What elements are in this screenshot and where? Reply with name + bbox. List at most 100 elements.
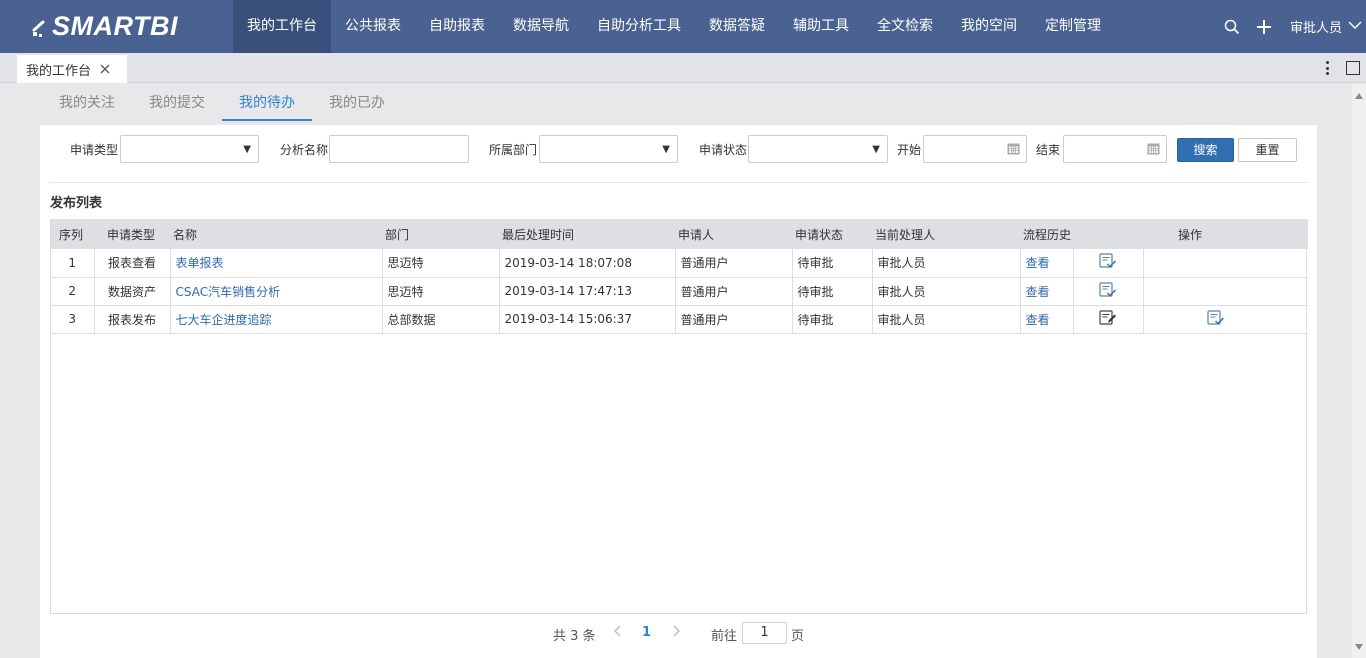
cell-history: 查看 bbox=[1020, 305, 1074, 334]
report-name-link[interactable]: 七大车企进度追踪 bbox=[176, 313, 272, 327]
reset-button[interactable]: 重置 bbox=[1238, 138, 1297, 162]
cell-dept: 思迈特 bbox=[382, 249, 500, 278]
tab-my-done[interactable]: 我的已办 bbox=[312, 85, 402, 121]
tab-my-submissions[interactable]: 我的提交 bbox=[132, 85, 222, 121]
table-row: 3 报表发布 七大车企进度追踪 总部数据 2019-03-14 15:06:37… bbox=[51, 305, 1308, 334]
cell-op-1 bbox=[1073, 305, 1144, 334]
table-row: 2 数据资产 CSAC汽车销售分析 思迈特 2019-03-14 17:47:1… bbox=[51, 277, 1308, 306]
cell-name: 七大车企进度追踪 bbox=[170, 305, 383, 334]
search-icon[interactable] bbox=[1222, 17, 1242, 37]
vertical-scrollbar[interactable] bbox=[1352, 84, 1366, 658]
publish-table-container: 序列 申请类型 名称 部门 最后处理时间 申请人 申请状态 当前处理人 流程历史… bbox=[50, 219, 1308, 614]
cell-applicant: 普通用户 bbox=[675, 277, 793, 306]
report-name-link[interactable]: CSAC汽车销售分析 bbox=[176, 285, 281, 299]
page-number[interactable]: 1 bbox=[642, 625, 651, 640]
page-suffix-label: 页 bbox=[791, 629, 805, 644]
cell-status: 待审批 bbox=[792, 277, 873, 306]
dropdown-caret-icon: ▼ bbox=[662, 144, 670, 155]
column-header-handler: 当前处理人 bbox=[872, 219, 1020, 249]
chevron-left-icon[interactable] bbox=[613, 624, 623, 642]
nav-item-public-reports[interactable]: 公共报表 bbox=[331, 0, 415, 53]
approve-icon[interactable] bbox=[1099, 281, 1117, 301]
start-date-label: 开始 bbox=[897, 143, 922, 157]
apply-type-select[interactable]: ▼ bbox=[120, 135, 259, 163]
tab-my-todo[interactable]: 我的待办 bbox=[222, 85, 312, 121]
cell-type: 报表查看 bbox=[94, 249, 171, 278]
more-vertical-icon[interactable] bbox=[1320, 59, 1334, 77]
cell-history: 查看 bbox=[1020, 277, 1074, 306]
cell-dept: 思迈特 bbox=[382, 277, 500, 306]
calendar-icon[interactable] bbox=[1007, 142, 1020, 159]
nav-item-full-text-search[interactable]: 全文检索 bbox=[863, 0, 947, 53]
cell-name: 表单报表 bbox=[170, 249, 383, 278]
page-tab-workbench[interactable]: 我的工作台 bbox=[17, 55, 127, 83]
nav-item-my-space[interactable]: 我的空间 bbox=[947, 0, 1031, 53]
cell-type: 报表发布 bbox=[94, 305, 171, 334]
top-nav-bar: SMARTBI 我的工作台 公共报表 自助报表 数据导航 自助分析工具 数据答疑… bbox=[0, 0, 1366, 53]
dept-label: 所属部门 bbox=[489, 143, 538, 157]
calendar-icon[interactable] bbox=[1147, 142, 1160, 159]
nav-item-data-qa[interactable]: 数据答疑 bbox=[695, 0, 779, 53]
maximize-icon[interactable] bbox=[1346, 61, 1360, 75]
todo-panel: 申请类型 ▼ 分析名称 所属部门 ▼ 申请状态 ▼ 开始 结束 搜索 重置 发布… bbox=[40, 125, 1317, 658]
view-history-link[interactable]: 查看 bbox=[1026, 285, 1050, 299]
cell-seq: 1 bbox=[51, 249, 95, 278]
scroll-down-icon[interactable] bbox=[1355, 639, 1363, 654]
scroll-up-icon[interactable] bbox=[1355, 88, 1363, 103]
pagination-total: 共 3 条 bbox=[553, 629, 596, 644]
analysis-name-input[interactable] bbox=[329, 135, 469, 163]
approve-icon[interactable] bbox=[1206, 309, 1225, 329]
cell-history: 查看 bbox=[1020, 249, 1074, 278]
analysis-name-label: 分析名称 bbox=[280, 143, 329, 157]
view-history-link[interactable]: 查看 bbox=[1026, 313, 1050, 327]
nav-item-analysis-tools[interactable]: 自助分析工具 bbox=[583, 0, 695, 53]
cell-name: CSAC汽车销售分析 bbox=[170, 277, 383, 306]
smartbi-logo[interactable]: SMARTBI bbox=[32, 10, 178, 42]
cell-applicant: 普通用户 bbox=[675, 249, 793, 278]
cell-op-2 bbox=[1143, 305, 1308, 334]
chevron-right-icon[interactable] bbox=[671, 624, 681, 642]
cell-dept: 总部数据 bbox=[382, 305, 500, 334]
nav-item-custom-management[interactable]: 定制管理 bbox=[1031, 0, 1115, 53]
cell-op-2 bbox=[1143, 249, 1308, 278]
table-row: 1 报表查看 表单报表 思迈特 2019-03-14 18:07:08 普通用户… bbox=[51, 249, 1308, 278]
cell-handler: 审批人员 bbox=[872, 277, 1021, 306]
search-button[interactable]: 搜索 bbox=[1177, 138, 1234, 162]
pagination: 共 3 条 1 前往 1 页 bbox=[40, 622, 1317, 644]
approve-icon[interactable] bbox=[1099, 253, 1117, 272]
dept-select[interactable]: ▼ bbox=[539, 135, 678, 163]
end-date-label: 结束 bbox=[1036, 143, 1061, 157]
report-name-link[interactable]: 表单报表 bbox=[176, 256, 224, 270]
column-header-type: 申请类型 bbox=[94, 219, 170, 249]
tab-my-follows[interactable]: 我的关注 bbox=[42, 85, 132, 121]
nav-item-aux-tools[interactable]: 辅助工具 bbox=[779, 0, 863, 53]
nav-item-self-service-reports[interactable]: 自助报表 bbox=[415, 0, 499, 53]
view-history-link[interactable]: 查看 bbox=[1026, 256, 1050, 270]
filter-row: 申请类型 ▼ 分析名称 所属部门 ▼ 申请状态 ▼ 开始 结束 搜索 重置 bbox=[40, 135, 1317, 163]
nav-item-data-navigation[interactable]: 数据导航 bbox=[499, 0, 583, 53]
cell-seq: 2 bbox=[51, 277, 95, 306]
cell-op-1 bbox=[1073, 249, 1144, 278]
goto-page-input[interactable]: 1 bbox=[742, 622, 787, 644]
plus-icon[interactable] bbox=[1254, 17, 1274, 37]
workbench-subtabs: 我的关注 我的提交 我的待办 我的已办 bbox=[42, 85, 402, 121]
cell-applicant: 普通用户 bbox=[675, 305, 793, 334]
publish-table: 序列 申请类型 名称 部门 最后处理时间 申请人 申请状态 当前处理人 流程历史… bbox=[51, 219, 1308, 334]
column-header-history: 流程历史 bbox=[1020, 219, 1073, 249]
start-date-input[interactable] bbox=[923, 135, 1027, 163]
page-tab-strip: 我的工作台 bbox=[0, 53, 1366, 83]
column-header-status: 申请状态 bbox=[792, 219, 872, 249]
user-menu[interactable]: 审批人员 bbox=[1290, 17, 1342, 36]
cell-handler: 审批人员 bbox=[872, 305, 1021, 334]
goto-label: 前往 bbox=[711, 629, 738, 644]
chevron-down-icon[interactable] bbox=[1348, 19, 1362, 34]
table-header-row: 序列 申请类型 名称 部门 最后处理时间 申请人 申请状态 当前处理人 流程历史… bbox=[51, 219, 1308, 249]
close-icon[interactable] bbox=[100, 64, 110, 74]
cell-time: 2019-03-14 15:06:37 bbox=[499, 305, 676, 334]
edit-icon[interactable] bbox=[1099, 309, 1117, 329]
column-header-dept: 部门 bbox=[382, 219, 499, 249]
column-header-blank bbox=[1073, 219, 1143, 249]
nav-item-workbench[interactable]: 我的工作台 bbox=[233, 0, 331, 53]
status-select[interactable]: ▼ bbox=[748, 135, 888, 163]
end-date-input[interactable] bbox=[1063, 135, 1167, 163]
